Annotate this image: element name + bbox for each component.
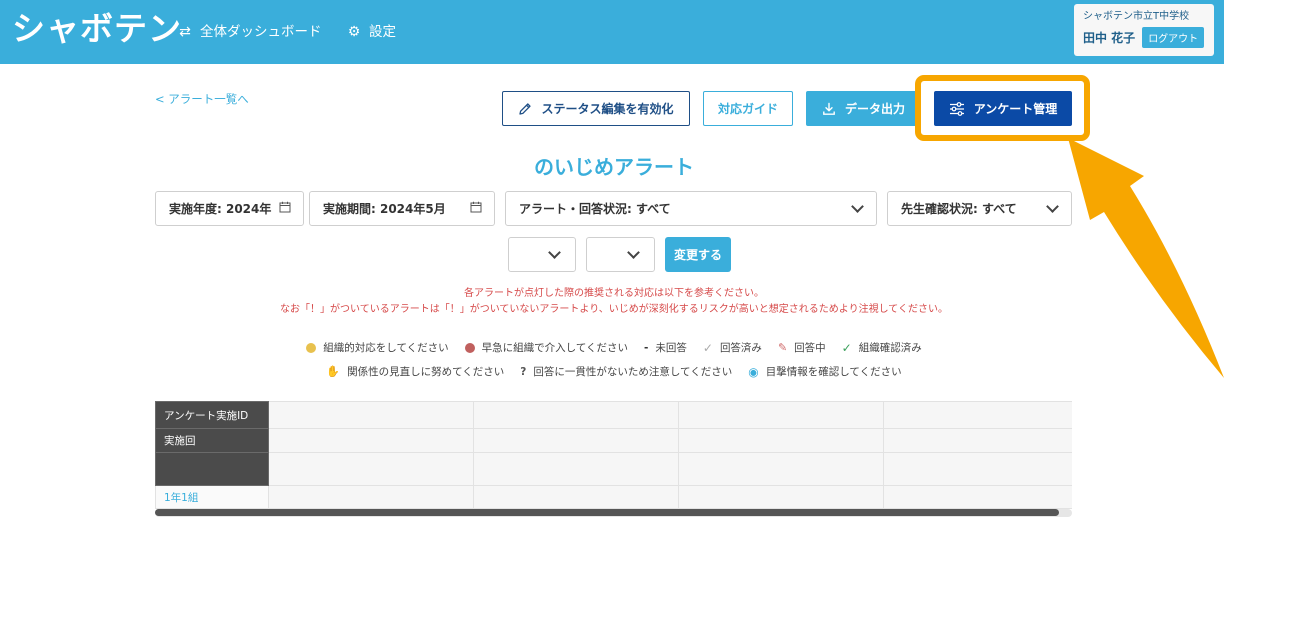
legend-unanswered-label: 未回答 bbox=[655, 342, 687, 354]
red-dot-icon bbox=[464, 343, 475, 353]
table-cell bbox=[883, 401, 1072, 429]
gear-icon: ⚙ bbox=[347, 24, 361, 40]
class-link-1-1[interactable]: 1年1組 bbox=[155, 485, 269, 509]
teacher-status-value: 先生確認状況: すべて bbox=[901, 202, 1017, 216]
alert-status-value: アラート・回答状況: すべて bbox=[519, 202, 671, 216]
legend-organized-label: 組織的対応をしてください bbox=[323, 342, 449, 354]
chevron-down-icon bbox=[1046, 199, 1059, 213]
logout-button[interactable]: ログアウト bbox=[1142, 27, 1205, 48]
table-cell bbox=[883, 452, 1072, 486]
notice-line-2: なお「！」がついているアラートは「！」がついていないアラートより、いじめが深刻化… bbox=[280, 304, 948, 315]
table-cell bbox=[473, 428, 679, 453]
school-name: シャボテン市立T中学校 bbox=[1083, 11, 1190, 22]
dash-icon: - bbox=[644, 342, 649, 354]
legend-answered-label: 回答済み bbox=[719, 342, 762, 354]
chevron-down-icon bbox=[548, 245, 561, 259]
chevron-down-icon bbox=[851, 199, 864, 213]
legend-row-1: 組織的対応をしてください 早急に組織で介入してください - 未回答 ✓ 回答済み… bbox=[0, 340, 1228, 356]
table-cell bbox=[268, 428, 474, 453]
legend-org-confirmed: ✓ 組織確認済み bbox=[842, 340, 922, 356]
legend-early: 早急に組織で介入してください bbox=[464, 340, 629, 356]
table-row: 実施回 bbox=[155, 428, 1072, 453]
chevron-down-icon bbox=[627, 245, 640, 259]
legend-organized: 組織的対応をしてください bbox=[306, 340, 449, 356]
table-cell bbox=[268, 452, 474, 486]
legend-in-progress-label: 回答中 bbox=[794, 342, 826, 354]
user-box: シャボテン市立T中学校 田中 花子 ログアウト bbox=[1074, 4, 1214, 56]
handshake-icon: ✋ bbox=[326, 365, 341, 378]
eye-icon: ◉ bbox=[748, 365, 759, 379]
yellow-dot-icon bbox=[306, 343, 317, 353]
legend-relationship: ✋ 関係性の見直しに努めてください bbox=[326, 364, 504, 380]
table-row bbox=[155, 452, 1072, 486]
legend-early-label: 早急に組織で介入してください bbox=[481, 342, 629, 354]
check-green-icon: ✓ bbox=[841, 341, 852, 355]
status-edit-label: ステータス編集を有効化 bbox=[541, 102, 674, 116]
calendar-icon bbox=[279, 201, 291, 216]
sliders-icon bbox=[949, 101, 964, 116]
back-to-alert-list-link[interactable]: < アラート一覧へ bbox=[155, 91, 249, 107]
status-edit-button[interactable]: ステータス編集を有効化 bbox=[502, 91, 690, 126]
response-guide-button[interactable]: 対応ガイド bbox=[703, 91, 793, 126]
legend-unanswered: - 未回答 bbox=[644, 340, 687, 356]
row-header-blank bbox=[155, 452, 269, 486]
nav-settings-label: 設定 bbox=[369, 24, 396, 40]
period-filter-value: 実施期間: 2024年5月 bbox=[323, 202, 446, 216]
grade-select[interactable] bbox=[508, 237, 576, 272]
pencil-icon bbox=[519, 102, 532, 115]
table-cell bbox=[678, 401, 884, 429]
legend-org-confirmed-label: 組織確認済み bbox=[858, 342, 922, 354]
swap-arrows-icon: ⇄ bbox=[179, 24, 191, 40]
app-header: シャボテン ⇄ 全体ダッシュボード ⚙ 設定 シャボテン市立T中学校 田中 花子… bbox=[0, 0, 1224, 64]
legend-consistency: ? 回答に一貫性がないため注意してください bbox=[520, 364, 732, 380]
page-title: のいじめアラート bbox=[534, 155, 694, 179]
question-icon: ? bbox=[520, 366, 527, 378]
table-row: 1年1組 bbox=[155, 485, 1072, 509]
pencil-red-icon: ✎ bbox=[777, 341, 788, 354]
survey-manage-button[interactable]: アンケート管理 bbox=[934, 91, 1072, 126]
legend-witness: ◉ 目撃情報を確認してください bbox=[748, 364, 901, 380]
data-export-button[interactable]: データ出力 bbox=[806, 91, 921, 126]
nav-dashboard-label: 全体ダッシュボード bbox=[200, 24, 322, 40]
period-filter[interactable]: 実施期間: 2024年5月 bbox=[309, 191, 495, 226]
table-cell bbox=[678, 428, 884, 453]
app-logo[interactable]: シャボテン bbox=[12, 4, 182, 54]
legend-witness-label: 目撃情報を確認してください bbox=[765, 366, 902, 378]
user-name: 田中 花子 bbox=[1083, 31, 1136, 45]
legend-row-2: ✋ 関係性の見直しに努めてください ? 回答に一貫性がないため注意してください … bbox=[0, 364, 1228, 380]
download-icon bbox=[823, 102, 835, 115]
horizontal-scrollbar[interactable] bbox=[155, 509, 1059, 516]
table-cell bbox=[473, 485, 679, 509]
survey-manage-label: アンケート管理 bbox=[973, 102, 1058, 116]
row-header-round: 実施回 bbox=[155, 428, 269, 453]
table-cell bbox=[678, 452, 884, 486]
alert-table: アンケート実施ID 実施回 1年1組 bbox=[155, 401, 1072, 509]
year-filter[interactable]: 実施年度: 2024年 bbox=[155, 191, 304, 226]
nav-dashboard[interactable]: ⇄ 全体ダッシュボード bbox=[177, 22, 322, 42]
check-gray-icon: ✓ bbox=[702, 341, 713, 355]
data-export-label: データ出力 bbox=[844, 102, 905, 116]
table-cell bbox=[268, 485, 474, 509]
calendar-icon bbox=[470, 201, 482, 216]
legend-in-progress: ✎ 回答中 bbox=[778, 340, 826, 356]
class-select[interactable] bbox=[586, 237, 655, 272]
year-filter-value: 実施年度: 2024年 bbox=[169, 202, 272, 216]
teacher-status-select[interactable]: 先生確認状況: すべて bbox=[887, 191, 1072, 226]
table-cell bbox=[678, 485, 884, 509]
table-cell bbox=[883, 485, 1072, 509]
table-row: アンケート実施ID bbox=[155, 401, 1072, 429]
table-cell bbox=[473, 401, 679, 429]
alert-status-select[interactable]: アラート・回答状況: すべて bbox=[505, 191, 877, 226]
table-cell bbox=[268, 401, 474, 429]
apply-filter-button[interactable]: 変更する bbox=[665, 237, 731, 272]
table-cell bbox=[473, 452, 679, 486]
legend-relationship-label: 関係性の見直しに努めてください bbox=[347, 366, 505, 378]
legend-consistency-label: 回答に一貫性がないため注意してください bbox=[533, 366, 733, 378]
row-header-survey-id: アンケート実施ID bbox=[155, 401, 269, 429]
table-cell bbox=[883, 428, 1072, 453]
notice-line-1: 各アラートが点灯した際の推奨される対応は以下を参考ください。 bbox=[464, 288, 764, 299]
nav-settings[interactable]: ⚙ 設定 bbox=[346, 22, 396, 42]
legend-answered: ✓ 回答済み bbox=[703, 340, 762, 356]
